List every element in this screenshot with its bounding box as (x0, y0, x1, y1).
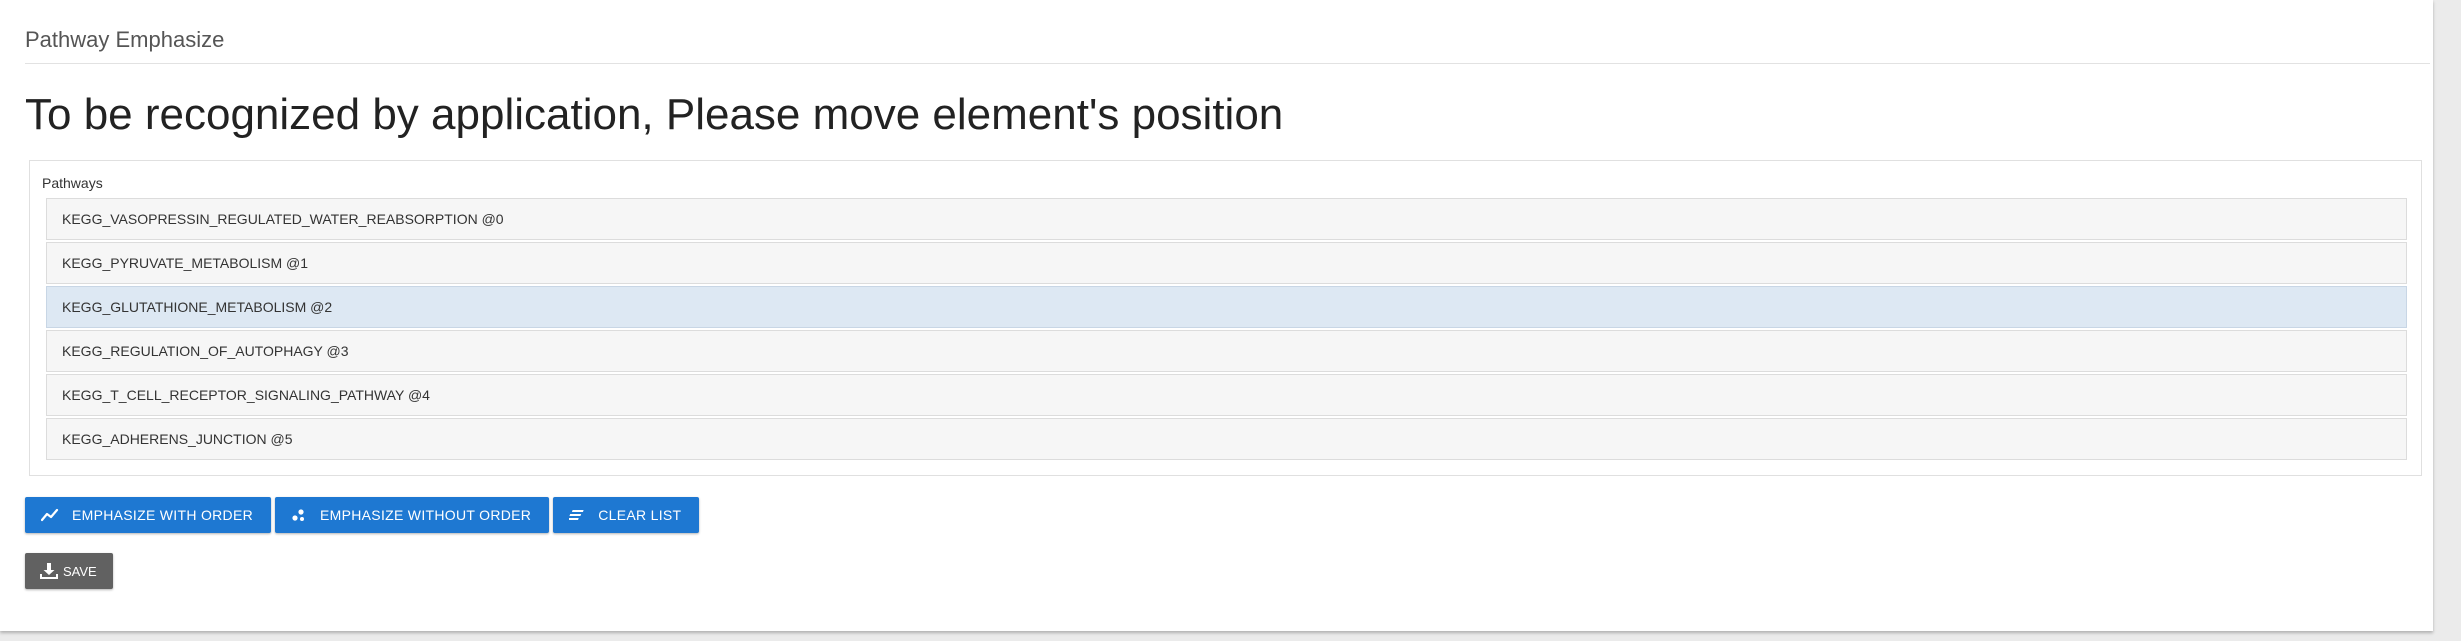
pathways-label: Pathways (42, 175, 103, 191)
emphasize-with-order-label: EMPHASIZE WITH ORDER (72, 507, 254, 523)
pathway-emphasize-panel: Pathway Emphasize To be recognized by ap… (0, 0, 2433, 631)
list-item[interactable]: KEGG_ADHERENS_JUNCTION @5 (46, 418, 2407, 460)
save-label: SAVE (63, 563, 97, 579)
page-headline: To be recognized by application, Please … (25, 90, 1284, 139)
action-buttons: EMPHASIZE WITH ORDER EMPHASIZE WITHOUT O… (25, 497, 700, 533)
list-item[interactable]: KEGG_T_CELL_RECEPTOR_SIGNALING_PATHWAY @… (46, 374, 2407, 416)
list-item-label: KEGG_VASOPRESSIN_REGULATED_WATER_REABSOR… (62, 211, 504, 227)
save-button[interactable]: SAVE (25, 553, 113, 589)
list-item-label: KEGG_GLUTATHIONE_METABOLISM @2 (62, 299, 333, 315)
list-item[interactable]: KEGG_REGULATION_OF_AUTOPHAGY @3 (46, 330, 2407, 372)
emphasize-without-order-button[interactable]: EMPHASIZE WITHOUT ORDER (275, 497, 550, 533)
list-item-label: KEGG_T_CELL_RECEPTOR_SIGNALING_PATHWAY @… (62, 387, 430, 403)
list-item-label: KEGG_PYRUVATE_METABOLISM @1 (62, 255, 309, 271)
download-icon (39, 562, 59, 580)
panel-title: Pathway Emphasize (25, 27, 225, 52)
scatter-icon (291, 508, 307, 522)
list-item[interactable]: KEGG_PYRUVATE_METABOLISM @1 (46, 242, 2407, 284)
list-item-label: KEGG_REGULATION_OF_AUTOPHAGY @3 (62, 343, 349, 359)
clear-list-button[interactable]: CLEAR LIST (553, 497, 700, 533)
list-item-selected[interactable]: KEGG_GLUTATHIONE_METABOLISM @2 (46, 286, 2407, 328)
line-chart-icon (41, 508, 59, 522)
clear-list-label: CLEAR LIST (598, 507, 682, 523)
list-item-label: KEGG_ADHERENS_JUNCTION @5 (62, 431, 293, 447)
clear-format-icon (569, 509, 585, 521)
emphasize-with-order-button[interactable]: EMPHASIZE WITH ORDER (25, 497, 272, 533)
pathways-sortable-list: KEGG_VASOPRESSIN_REGULATED_WATER_REABSOR… (46, 198, 2407, 462)
title-divider (25, 63, 2430, 64)
pathways-fieldset: Pathways KEGG_VASOPRESSIN_REGULATED_WATE… (29, 160, 2422, 476)
list-item[interactable]: KEGG_VASOPRESSIN_REGULATED_WATER_REABSOR… (46, 198, 2407, 240)
emphasize-without-order-label: EMPHASIZE WITHOUT ORDER (320, 507, 532, 523)
